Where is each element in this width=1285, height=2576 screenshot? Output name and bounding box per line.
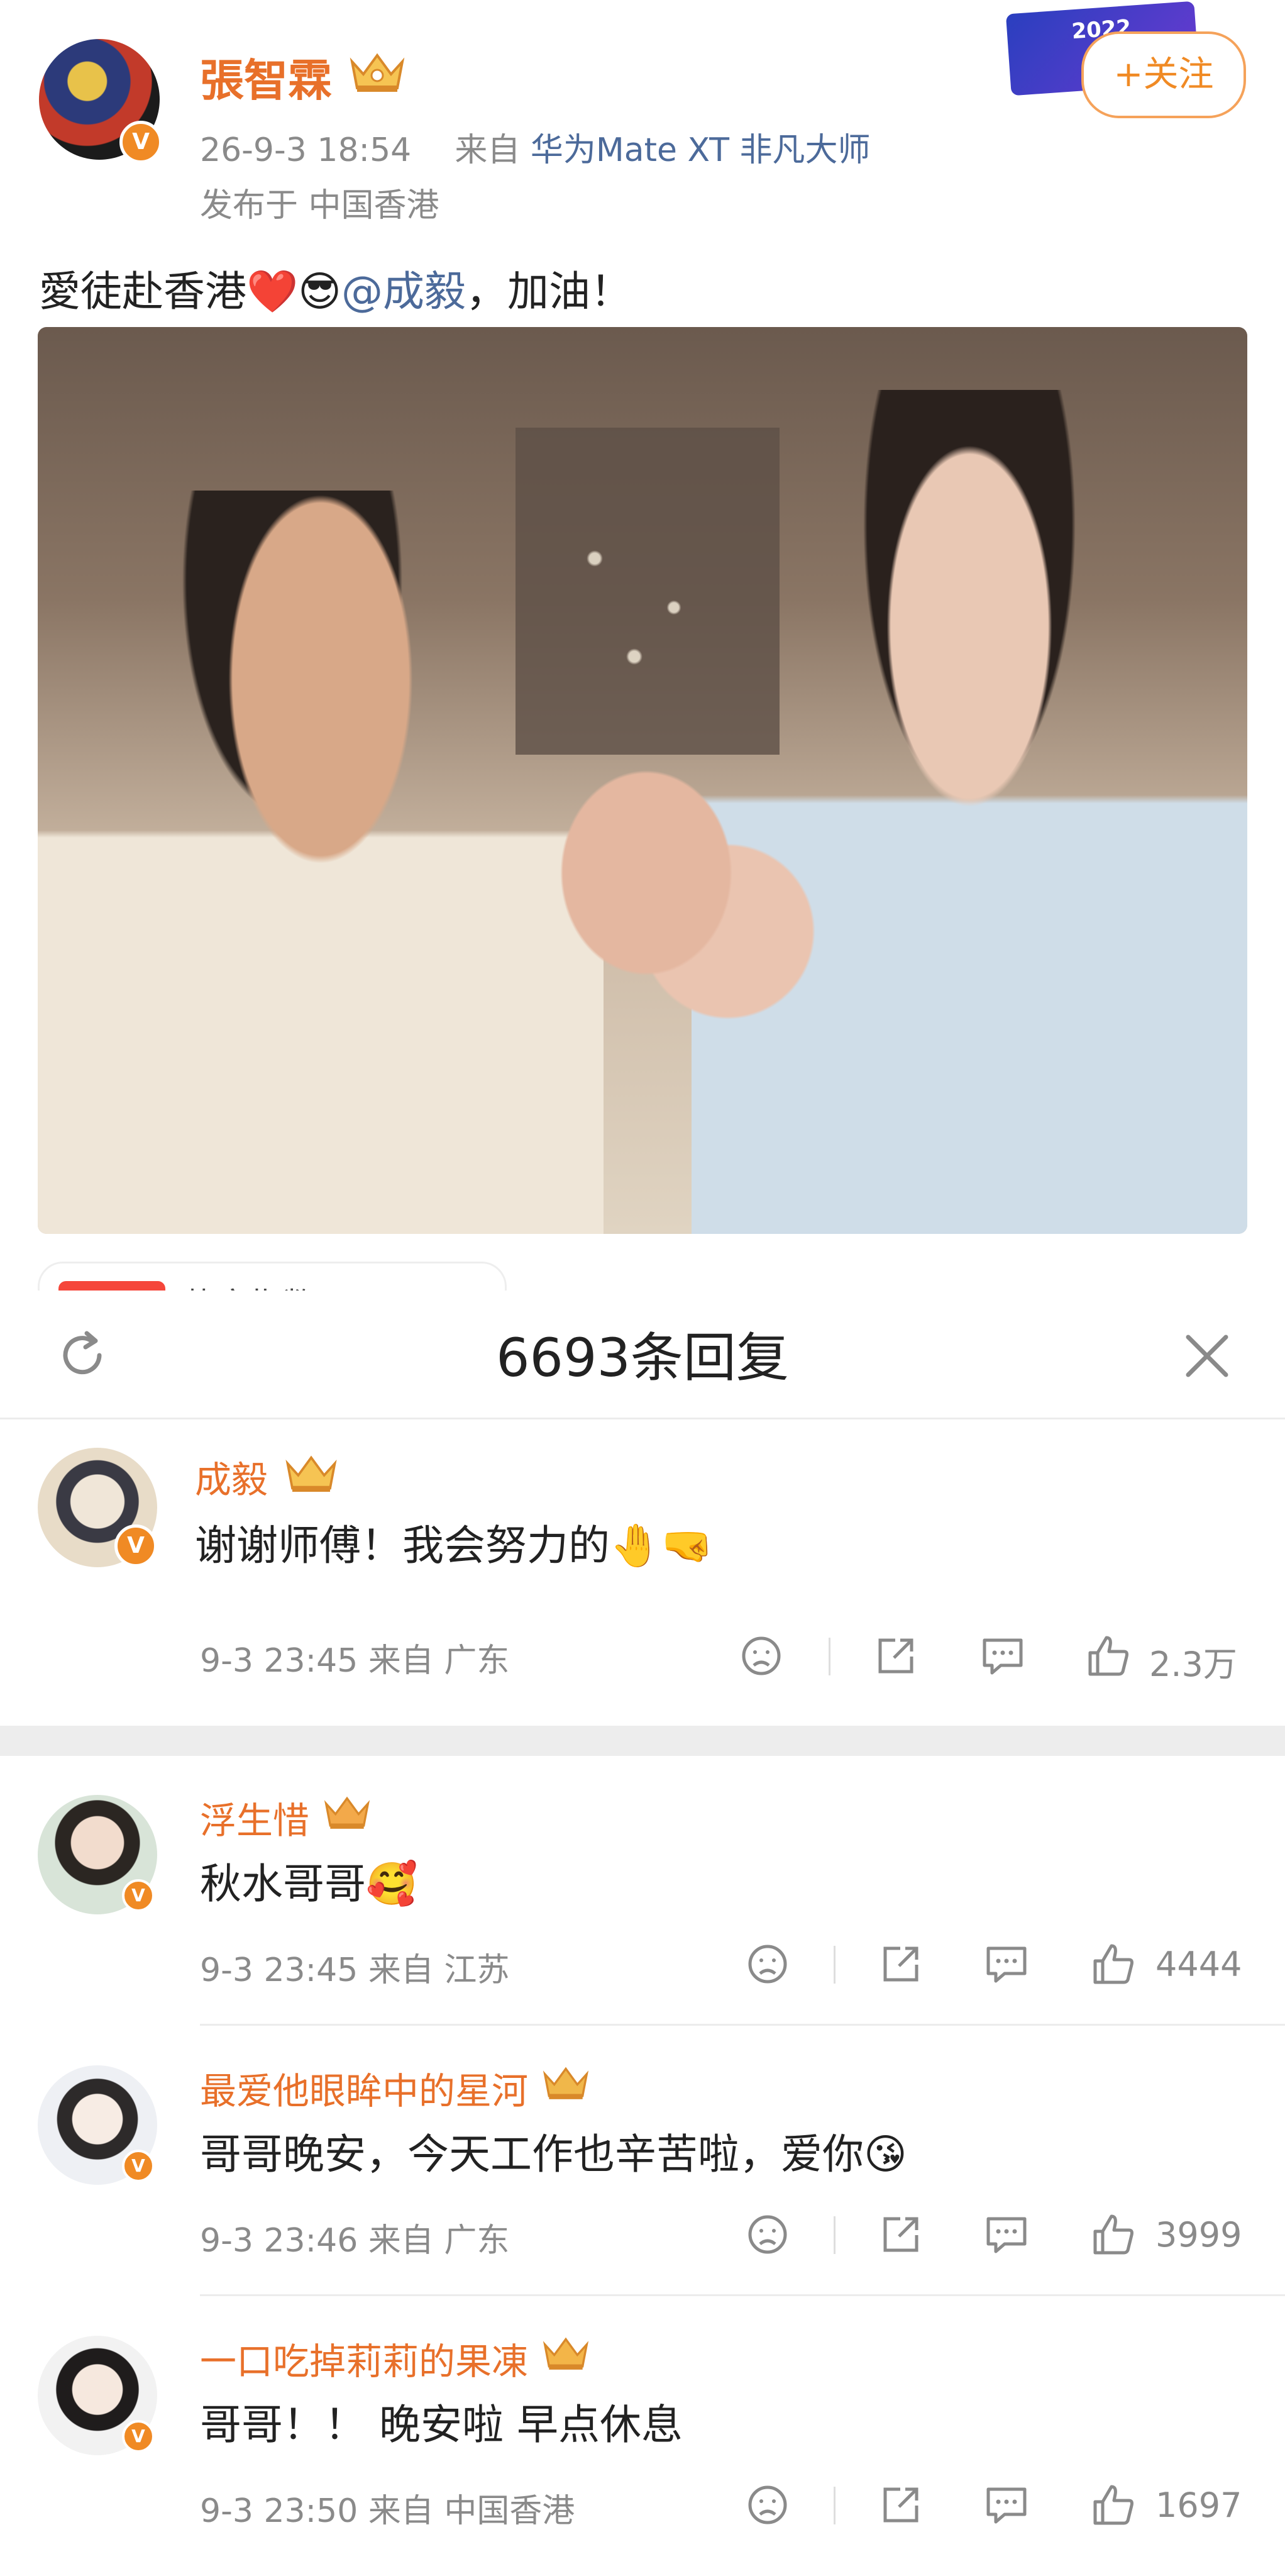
- share-icon[interactable]: [879, 2212, 923, 2257]
- reply-item: V 一口吃掉莉莉的果凍 哥哥！！ 晚安啦 早点休息 9-3 23:50 来自 中…: [0, 2297, 1285, 2567]
- reply-text-main: 哥哥晚安，今天工作也辛苦啦，爱你: [200, 2130, 864, 2179]
- reply-text: 谢谢师傅！我会努力的🤚🤜: [195, 1512, 713, 1572]
- comment-icon[interactable]: [983, 1942, 1030, 1986]
- action-separator: [829, 1638, 830, 1675]
- verified-badge-icon: V: [122, 2150, 155, 2182]
- section-gap: [0, 1726, 1285, 1756]
- reply-sheet: 6693条回复 V 成毅 谢谢师傅！我会努力的🤚🤜 9-3 23:45 来自 广…: [0, 1291, 1285, 2576]
- dislike-icon[interactable]: [746, 2212, 790, 2257]
- reply-time: 9-3 23:50: [200, 2492, 358, 2530]
- reply-name[interactable]: 浮生惜: [200, 1791, 309, 1844]
- share-icon[interactable]: [879, 2483, 923, 2527]
- post-text: 愛徒赴香港❤️😎@成毅，加油！: [39, 258, 632, 318]
- action-separator: [834, 1946, 836, 1984]
- reply-meta: 9-3 23:45 来自 江苏: [200, 1943, 509, 1990]
- post-location: 发布于 中国香港: [200, 187, 439, 225]
- reply-from: 来自 中国香港: [368, 2492, 575, 2530]
- crown-icon: [324, 1796, 370, 1829]
- post-time: 26-9-3 18:54: [200, 131, 412, 169]
- comment-icon[interactable]: [979, 1634, 1026, 1678]
- reply-emoji: 😘: [864, 2130, 907, 2179]
- crown-icon: [543, 2067, 589, 2099]
- mention-link[interactable]: @成毅: [341, 267, 466, 316]
- action-separator: [834, 2487, 836, 2524]
- reply-text-main: 谢谢师傅！我会努力的: [195, 1521, 610, 1570]
- dislike-icon[interactable]: [746, 1942, 790, 1986]
- like-count: 3999: [1155, 2215, 1242, 2255]
- sheet-divider: [0, 1418, 1285, 1419]
- from-label: 来自: [455, 131, 521, 169]
- reply-name[interactable]: 成毅: [195, 1450, 268, 1503]
- comment-icon[interactable]: [983, 2483, 1030, 2527]
- reply-text-main: 秋水哥哥: [200, 1860, 366, 1908]
- reply-time: 9-3 23:46: [200, 2222, 358, 2260]
- reply-name[interactable]: 最爱他眼眸中的星河: [200, 2062, 528, 2114]
- reply-from: 来自 广东: [368, 2222, 510, 2260]
- reply-time: 9-3 23:45: [200, 1951, 358, 1989]
- reply-item: V 浮生惜 秋水哥哥🥰 9-3 23:45 来自 江苏 4444: [0, 1756, 1285, 2026]
- dislike-icon[interactable]: [746, 2483, 790, 2527]
- like-count: 4444: [1155, 1945, 1242, 1984]
- close-icon[interactable]: [1182, 1331, 1232, 1381]
- post-emoji: ❤️😎: [246, 267, 341, 316]
- reply-item: V 最爱他眼眸中的星河 哥哥晚安，今天工作也辛苦啦，爱你😘 9-3 23:46 …: [0, 2026, 1285, 2297]
- reply-from: 来自 广东: [368, 1642, 510, 1680]
- reply-time: 9-3 23:45: [200, 1642, 358, 1680]
- share-icon[interactable]: [874, 1634, 918, 1678]
- post-text-main: 愛徒赴香港: [39, 267, 246, 316]
- post-photo[interactable]: [38, 327, 1247, 1234]
- author-name[interactable]: 張智霖: [200, 45, 332, 109]
- follow-button[interactable]: +关注: [1081, 31, 1246, 118]
- reply-emoji: 🥰: [366, 1860, 418, 1908]
- verified-badge-icon: V: [122, 1879, 155, 1912]
- reply-name[interactable]: 一口吃掉莉莉的果凍: [200, 2332, 528, 2385]
- reply-text: 秋水哥哥🥰: [200, 1850, 417, 1911]
- refresh-icon[interactable]: [54, 1327, 111, 1384]
- verified-badge-icon: V: [119, 121, 162, 164]
- reply-list: V 浮生惜 秋水哥哥🥰 9-3 23:45 来自 江苏 4444 V 最爱他眼眸…: [0, 1756, 1285, 2576]
- reply-from: 来自 江苏: [368, 1951, 510, 1989]
- verified-badge-icon: V: [114, 1524, 157, 1567]
- like-icon[interactable]: [1090, 2482, 1137, 2528]
- reply-meta: 9-3 23:46 来自 广东: [200, 2214, 509, 2261]
- like-icon[interactable]: [1090, 1941, 1137, 1987]
- photo-hands: [516, 717, 842, 1107]
- reply-divider: [200, 2024, 1285, 2026]
- post-device[interactable]: 华为Mate XT 非凡大师: [531, 131, 871, 169]
- crown-icon: [543, 2337, 589, 2370]
- action-separator: [834, 2216, 836, 2254]
- reply-meta: 9-3 23:50 来自 中国香港: [200, 2484, 575, 2531]
- like-count: 2.3万: [1149, 1645, 1237, 1684]
- reply-divider: [200, 2294, 1285, 2296]
- share-icon[interactable]: [879, 1942, 923, 1986]
- dislike-icon[interactable]: [739, 1634, 783, 1678]
- reply-text: 哥哥！！ 晚安啦 早点休息: [200, 2391, 683, 2451]
- sheet-title: 6693条回复: [496, 1327, 789, 1389]
- reply-text-main: 哥哥！！ 晚安啦 早点休息: [200, 2401, 683, 2449]
- like-count: 1697: [1155, 2485, 1242, 2525]
- reply-text: 哥哥晚安，今天工作也辛苦啦，爱你😘: [200, 2121, 907, 2181]
- crown-icon: [350, 53, 405, 92]
- reply-emoji: 🤚🤜: [610, 1521, 714, 1570]
- post-meta: 26-9-3 18:54 来自 华为Mate XT 非凡大师: [200, 123, 871, 170]
- pinned-reply: V 成毅 谢谢师傅！我会努力的🤚🤜 9-3 23:45 来自 广东 2.3万: [0, 1420, 1285, 1722]
- like-icon[interactable]: [1085, 1633, 1132, 1679]
- post-text-tail: ，加油！: [465, 267, 632, 316]
- crown-icon: [285, 1455, 337, 1492]
- verified-badge-icon: V: [122, 2420, 155, 2453]
- comment-icon[interactable]: [983, 2212, 1030, 2257]
- reply-meta: 9-3 23:45 来自 广东: [200, 1634, 509, 1681]
- like-icon[interactable]: [1090, 2211, 1137, 2258]
